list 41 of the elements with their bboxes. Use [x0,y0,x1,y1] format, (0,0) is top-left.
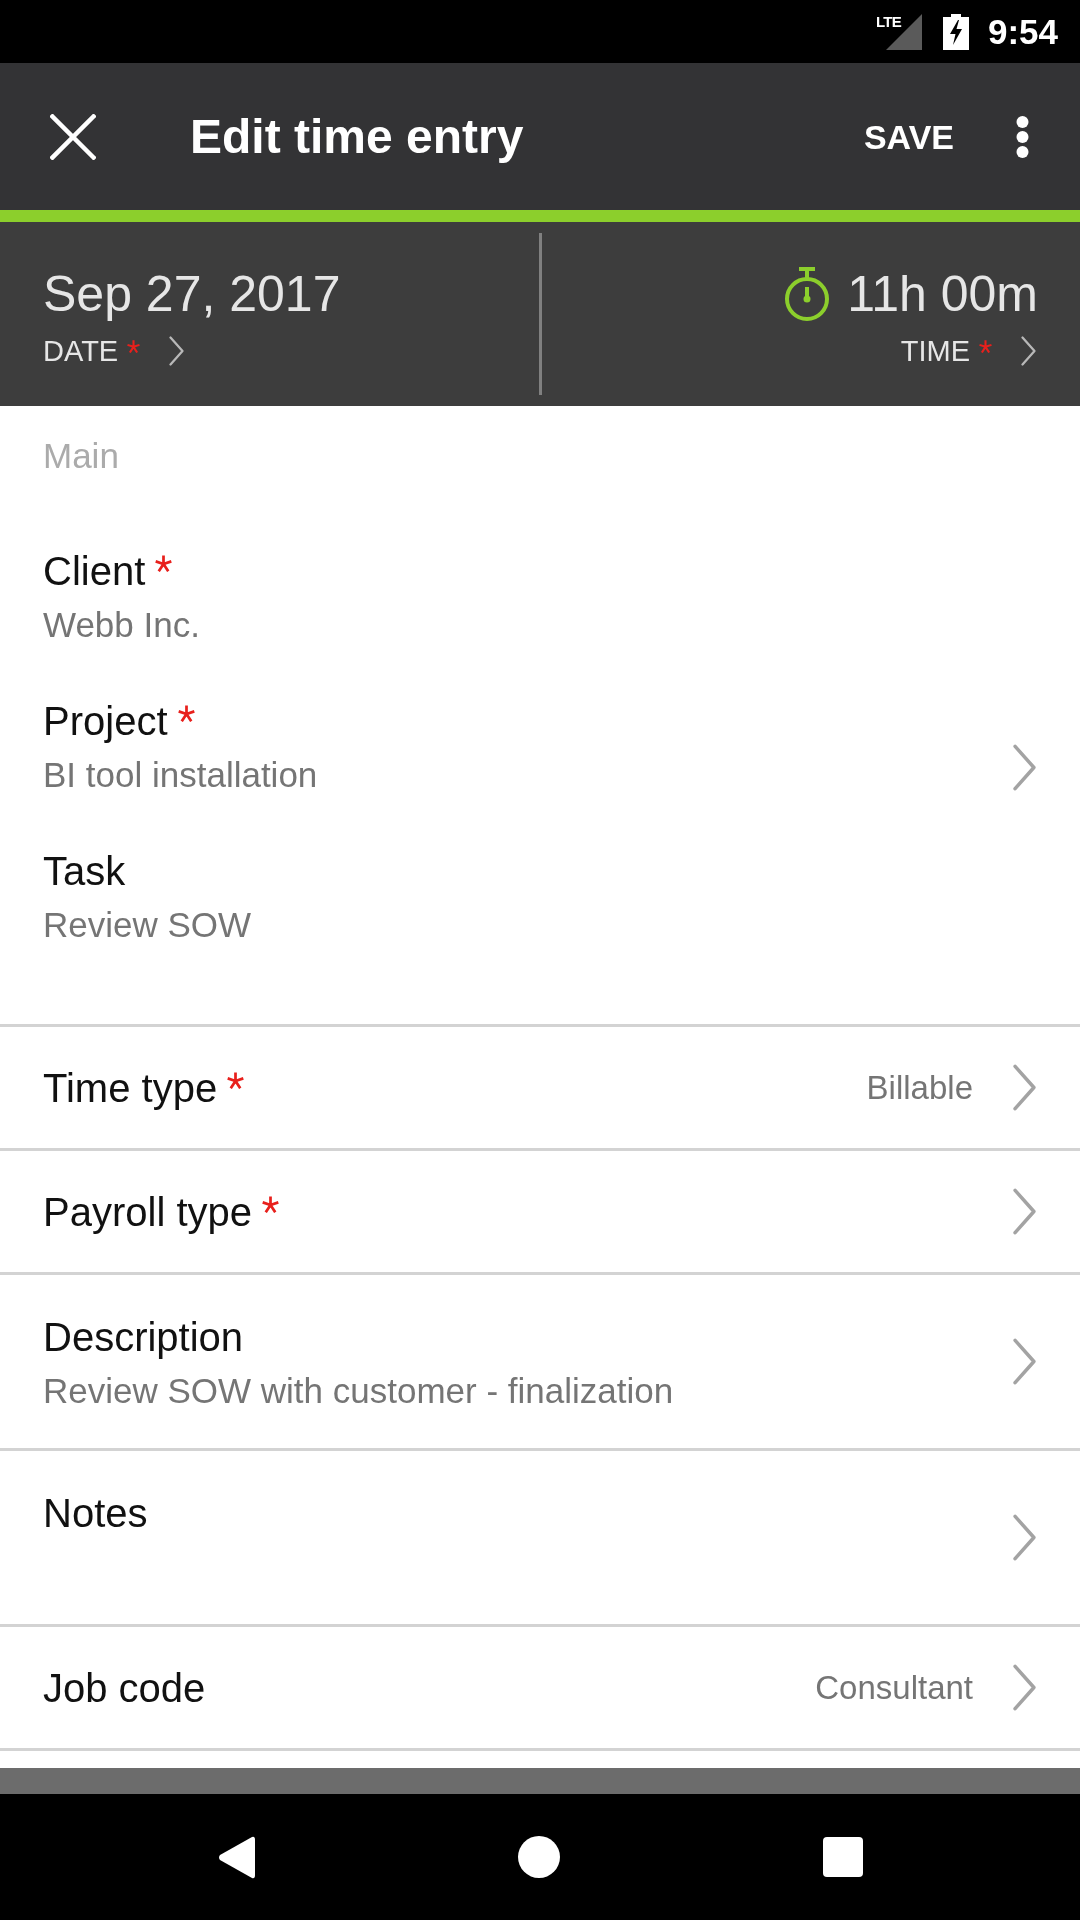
field-value: Review SOW with customer - finalization [43,1370,674,1412]
field-label: Project [43,698,168,745]
close-icon[interactable] [50,113,96,160]
field-label: Description [43,1314,244,1361]
chevron-right-icon [1011,1064,1038,1111]
chevron-right-icon [1019,336,1038,366]
list-row[interactable]: Payroll type [0,1151,1080,1275]
list-row[interactable]: Job code Consultant [0,1627,1080,1751]
field-value: Webb Inc. [43,604,200,646]
field-value: Review SOW [43,904,252,946]
stopwatch-icon [784,267,831,321]
date-value: Sep 27, 2017 [43,265,341,323]
date-label: DATE [43,334,119,368]
list-row[interactable]: Time type Billable [0,1027,1080,1151]
field-label: Job code [43,1664,206,1712]
field-label: Payroll type [43,1188,252,1236]
time-label: TIME [900,334,970,368]
overflow-menu-icon[interactable] [1014,115,1031,158]
chevron-right-icon [1011,1664,1038,1711]
back-icon[interactable] [217,1835,255,1879]
save-button[interactable]: SAVE [863,116,954,157]
field-value: Consultant [815,1667,973,1708]
status-time: 9:54 [987,14,1058,49]
battery-charging-icon [942,13,969,50]
list-row[interactable]: Description Review SOW with customer - finalization [0,1275,1080,1451]
toolbar-title: Edit time entry [190,108,524,165]
field-value: BI tool installation [43,754,318,796]
field-label: Task [43,848,126,895]
recent-apps-icon[interactable] [822,1837,863,1877]
chevron-right-icon [1011,1514,1038,1561]
field-label: Client [43,548,146,595]
network-label: LTE [875,13,901,29]
section-title: Main [43,436,119,476]
field-label: Time type [43,1064,218,1112]
chevron-right-icon [1011,1338,1038,1385]
home-icon[interactable] [517,1836,560,1878]
list-row[interactable]: Notes [0,1451,1080,1627]
field-value: Billable [866,1067,973,1108]
time-value: 11h 00m [847,265,1038,323]
field-label: Notes [43,1490,148,1537]
chevron-right-icon [1011,1188,1038,1235]
